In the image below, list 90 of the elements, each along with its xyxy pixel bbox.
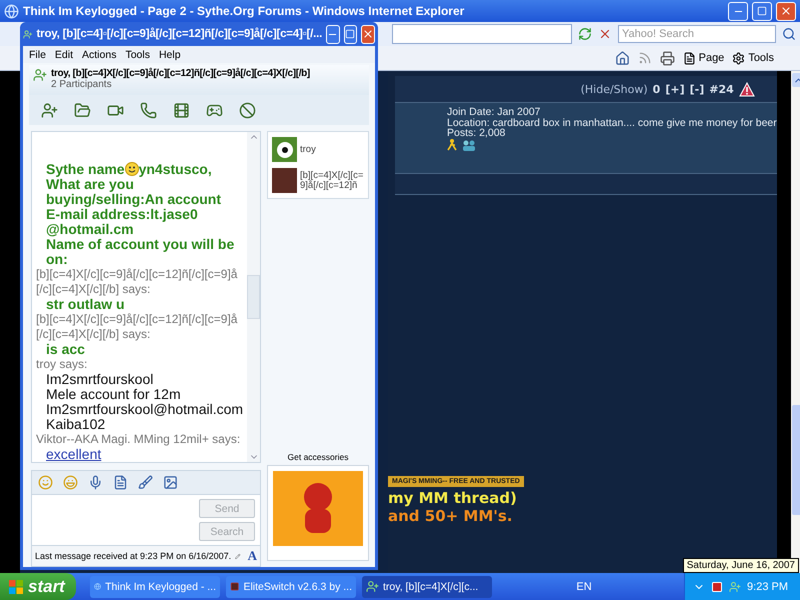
user-info-text: Posts: 2,008 [447, 128, 506, 138]
signature-text: and 50+ MM's. [388, 507, 514, 525]
command-button[interactable]: Tools [732, 52, 774, 64]
message-text: Kaiba102 [45, 416, 106, 432]
menu-item[interactable]: Help [158, 48, 181, 60]
sender-label: [b][c=4]X[/c][c=9]å[/c][c=12]ñ[/c][c=9]å [/c][c=4]X[/c][/b] says: [36, 312, 238, 342]
printer-icon[interactable] [660, 50, 675, 66]
gear-icon [732, 52, 746, 64]
minimize-button[interactable] [728, 2, 748, 20]
picture-icon[interactable] [163, 475, 178, 490]
participant-count: 2 Participants [51, 79, 113, 90]
warning-icon[interactable] [738, 82, 755, 96]
taskbar-button[interactable]: EliteSwitch v2.6.3 by ... [226, 576, 356, 598]
message-text: is acc [45, 342, 86, 357]
home-icon[interactable] [614, 50, 630, 66]
close-icon [362, 28, 374, 40]
chat-window-title: troy, [b][c=4]▫[/c][c=9]å[/c][c=12]ñ[/c][c=9]å[/c][c=4]▫[/... [36, 28, 322, 40]
sender-label: troy says: [36, 356, 88, 372]
search-icon[interactable] [782, 27, 796, 41]
photo-placeholder [272, 168, 297, 193]
message-link[interactable]: excellent [46, 446, 102, 462]
message-text: on: [45, 252, 69, 267]
user-info-text: Location: cardboard box in manhattan.... come give me money for beer [447, 118, 777, 128]
scroll-thumb[interactable] [247, 274, 260, 319]
signature-text: my MM thread) [388, 489, 518, 507]
address-field[interactable] [392, 24, 572, 44]
language-indicator[interactable]: EN [576, 580, 592, 592]
message-text: Im2smrtfourskool [45, 372, 154, 387]
film-icon[interactable] [173, 102, 190, 118]
font-button[interactable]: A [244, 548, 260, 564]
contact-icon [33, 68, 47, 82]
sender-label: Viktor--AKA Magi. MMing 12mil+ says: [36, 432, 242, 447]
message-text: Sythe name [46, 162, 125, 177]
menu-item[interactable]: Edit [54, 48, 74, 60]
tray-app-icon[interactable] [711, 580, 724, 592]
feed-icon[interactable] [638, 51, 652, 65]
window-title: Think Im Keylogged - Page 2 - Sythe.Org Forums - Windows Internet Explorer [23, 4, 466, 18]
maximize-icon [345, 29, 356, 39]
message-text: yn4stusco, [138, 162, 212, 177]
page-icon [682, 52, 696, 64]
date-tooltip: Saturday, June 16, 2007 [682, 558, 799, 573]
participant-name[interactable]: [b][c=4]X[/c][c= 9]å[/c][c=12]ñ [300, 170, 364, 190]
accessories-link[interactable]: Get accessories [267, 452, 369, 462]
message-text: Name of account you will be [45, 236, 236, 252]
maximize-icon [757, 6, 767, 16]
message-text: Mele account for 12m [45, 386, 182, 402]
windows-logo [8, 578, 24, 594]
message-text: E-mail address:lt.jase0 [45, 206, 199, 222]
message-text: What are you [45, 176, 135, 192]
minus-link[interactable]: [-] [690, 82, 704, 96]
message-text: str outlaw u [45, 296, 126, 312]
block-icon[interactable] [239, 102, 256, 118]
app-icon [230, 580, 240, 593]
reputation-count: 0 [652, 82, 660, 96]
refresh-icon[interactable] [578, 27, 592, 41]
stop-icon[interactable] [598, 27, 612, 41]
message-text: buying/selling:An account [45, 192, 222, 207]
microphone-icon[interactable] [88, 475, 103, 490]
messenger-icon [366, 580, 379, 593]
menu-item[interactable]: File [29, 48, 46, 60]
message-text: Im2smrtfourskool@hotmail.com [45, 402, 244, 417]
status-text: Last message received at 9:23 PM on 6/16/2007. [35, 551, 232, 562]
phone-icon[interactable] [140, 102, 157, 118]
minimize-button[interactable] [326, 24, 340, 44]
plus-link[interactable]: [+] [665, 82, 685, 96]
taskbar-button[interactable]: troy, [b][c=4]X[/c][c... [362, 576, 492, 598]
taskbar-button[interactable]: Think Im Keylogged - ... [90, 576, 220, 598]
folder-icon[interactable] [74, 102, 91, 118]
sender-label: [b][c=4]X[/c][c=9]å[/c][c=12]ñ[/c][c=9]å [/c][c=4]X[/c][/b] says: [36, 266, 238, 297]
add-person-icon[interactable] [41, 102, 58, 118]
scrollbar[interactable] [247, 132, 260, 462]
user-info-text: Join Date: Jan 2007 [447, 107, 542, 118]
brush-icon[interactable] [138, 475, 153, 490]
menu-item[interactable]: Actions [82, 48, 116, 60]
conversation-name: troy, [b][c=4]X[/c][c=9]å[/c][c=12]ñ[/c][c=9]å[/c][c=4]X[/c][/b] [51, 68, 311, 79]
hide-show-link[interactable]: (Hide/Show) [580, 82, 648, 96]
close-button[interactable] [776, 2, 796, 20]
post-number[interactable]: #24 [709, 82, 734, 96]
close-icon [780, 5, 792, 17]
close-button[interactable] [361, 24, 376, 44]
message-text: @hotmail.cm [45, 222, 134, 237]
search-field[interactable]: Yahoo! Search [618, 25, 776, 43]
command-button[interactable]: Page [682, 52, 724, 64]
maximize-button[interactable] [344, 24, 358, 44]
browser-icon [4, 4, 19, 18]
menu-item[interactable]: Tools [125, 48, 150, 60]
maximize-button[interactable] [752, 2, 772, 20]
status-icons [447, 138, 477, 150]
smiley-icon [124, 162, 139, 176]
participant-name[interactable]: troy [300, 144, 316, 154]
